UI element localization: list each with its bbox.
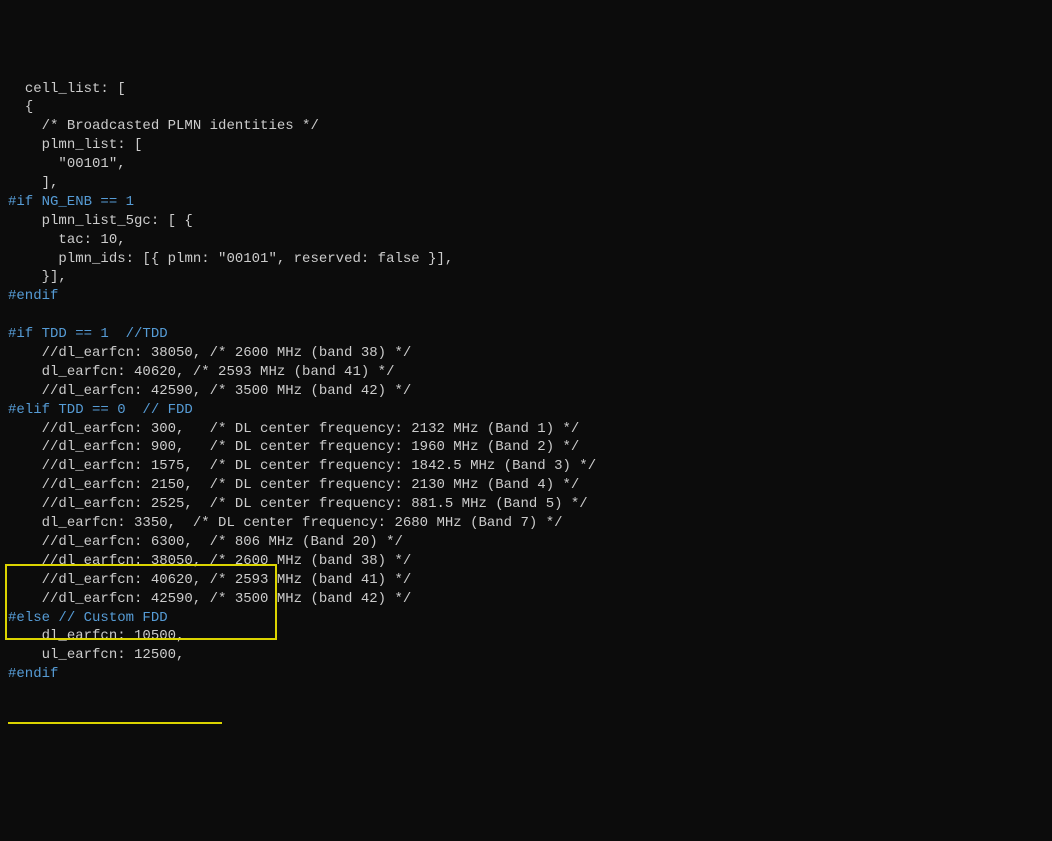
code-line: dl_earfcn: 3350, /* DL center frequency:… xyxy=(8,514,1044,533)
preprocessor-directive: #if TDD == 1 xyxy=(8,326,126,342)
code-line: }], xyxy=(8,268,1044,287)
code-line: //dl_earfcn: 2525, /* DL center frequenc… xyxy=(8,495,1044,514)
code-line: //dl_earfcn: 1575, /* DL center frequenc… xyxy=(8,457,1044,476)
code-text: plmn_list_5gc: [ { xyxy=(42,213,193,229)
preprocessor-comment: // FDD xyxy=(142,402,192,418)
code-line: dl_earfcn: 40620, /* 2593 MHz (band 41) … xyxy=(8,363,1044,382)
code-text: /* Broadcasted PLMN identities */ xyxy=(42,118,319,134)
code-line: //dl_earfcn: 38050, /* 2600 MHz (band 38… xyxy=(8,344,1044,363)
code-line: tac: 10, xyxy=(8,231,1044,250)
code-text: plmn_list: [ xyxy=(42,137,143,153)
code-line: //dl_earfcn: 40620, /* 2593 MHz (band 41… xyxy=(8,571,1044,590)
code-text: //dl_earfcn: 42590, /* 3500 MHz (band 42… xyxy=(42,383,412,399)
code-line: #else // Custom FDD xyxy=(8,609,1044,628)
code-line xyxy=(8,306,1044,325)
code-text: }], xyxy=(42,269,67,285)
code-text: dl_earfcn: 40620, /* 2593 MHz (band 41) … xyxy=(42,364,395,380)
code-line: ], xyxy=(8,174,1044,193)
code-line: //dl_earfcn: 38050, /* 2600 MHz (band 38… xyxy=(8,552,1044,571)
highlight-underline-elif xyxy=(8,722,222,724)
code-text: //dl_earfcn: 300, /* DL center frequency… xyxy=(42,421,580,437)
code-text: cell_list: [ xyxy=(25,81,126,97)
code-text: //dl_earfcn: 6300, /* 806 MHz (Band 20) … xyxy=(42,534,403,550)
code-text: ul_earfcn: 12500, xyxy=(42,647,185,663)
code-text: plmn_ids: [{ plmn: "00101", reserved: fa… xyxy=(58,251,453,267)
code-line: #endif xyxy=(8,665,1044,684)
code-line: "00101", xyxy=(8,155,1044,174)
code-text: dl_earfcn: 3350, /* DL center frequency:… xyxy=(42,515,563,531)
code-text: //dl_earfcn: 38050, /* 2600 MHz (band 38… xyxy=(42,345,412,361)
code-text: //dl_earfcn: 2150, /* DL center frequenc… xyxy=(42,477,580,493)
code-line: #if NG_ENB == 1 xyxy=(8,193,1044,212)
code-line: #if TDD == 1 //TDD xyxy=(8,325,1044,344)
code-line: //dl_earfcn: 300, /* DL center frequency… xyxy=(8,420,1044,439)
code-text: //dl_earfcn: 42590, /* 3500 MHz (band 42… xyxy=(42,591,412,607)
code-text: //dl_earfcn: 2525, /* DL center frequenc… xyxy=(42,496,588,512)
code-line: dl_earfcn: 10500, xyxy=(8,627,1044,646)
code-text: ], xyxy=(42,175,59,191)
code-line: plmn_ids: [{ plmn: "00101", reserved: fa… xyxy=(8,250,1044,269)
preprocessor-comment: //TDD xyxy=(126,326,168,342)
code-line: /* Broadcasted PLMN identities */ xyxy=(8,117,1044,136)
code-line: plmn_list: [ xyxy=(8,136,1044,155)
code-text: //dl_earfcn: 1575, /* DL center frequenc… xyxy=(42,458,597,474)
code-line: #elif TDD == 0 // FDD xyxy=(8,401,1044,420)
code-text: { xyxy=(25,99,33,115)
preprocessor-directive: #if NG_ENB == 1 xyxy=(8,194,134,210)
code-line: cell_list: [ xyxy=(8,80,1044,99)
code-line: ul_earfcn: 12500, xyxy=(8,646,1044,665)
code-text: //dl_earfcn: 40620, /* 2593 MHz (band 41… xyxy=(42,572,412,588)
preprocessor-comment: // Custom FDD xyxy=(58,610,167,626)
preprocessor-directive: #elif TDD == 0 xyxy=(8,402,142,418)
preprocessor-directive: #endif xyxy=(8,666,58,682)
code-text: //dl_earfcn: 38050, /* 2600 MHz (band 38… xyxy=(42,553,412,569)
code-line: //dl_earfcn: 6300, /* 806 MHz (Band 20) … xyxy=(8,533,1044,552)
code-text: "00101", xyxy=(58,156,125,172)
code-line: //dl_earfcn: 2150, /* DL center frequenc… xyxy=(8,476,1044,495)
preprocessor-directive: #endif xyxy=(8,288,58,304)
code-line: #endif xyxy=(8,287,1044,306)
code-text: tac: 10, xyxy=(58,232,125,248)
code-line: { xyxy=(8,98,1044,117)
code-text: //dl_earfcn: 900, /* DL center frequency… xyxy=(42,439,580,455)
code-line: plmn_list_5gc: [ { xyxy=(8,212,1044,231)
preprocessor-directive: #else xyxy=(8,610,58,626)
code-line: //dl_earfcn: 900, /* DL center frequency… xyxy=(8,438,1044,457)
code-text: dl_earfcn: 10500, xyxy=(42,628,185,644)
code-line: //dl_earfcn: 42590, /* 3500 MHz (band 42… xyxy=(8,382,1044,401)
code-line: //dl_earfcn: 42590, /* 3500 MHz (band 42… xyxy=(8,590,1044,609)
code-block: cell_list: [ { /* Broadcasted PLMN ident… xyxy=(8,80,1044,685)
